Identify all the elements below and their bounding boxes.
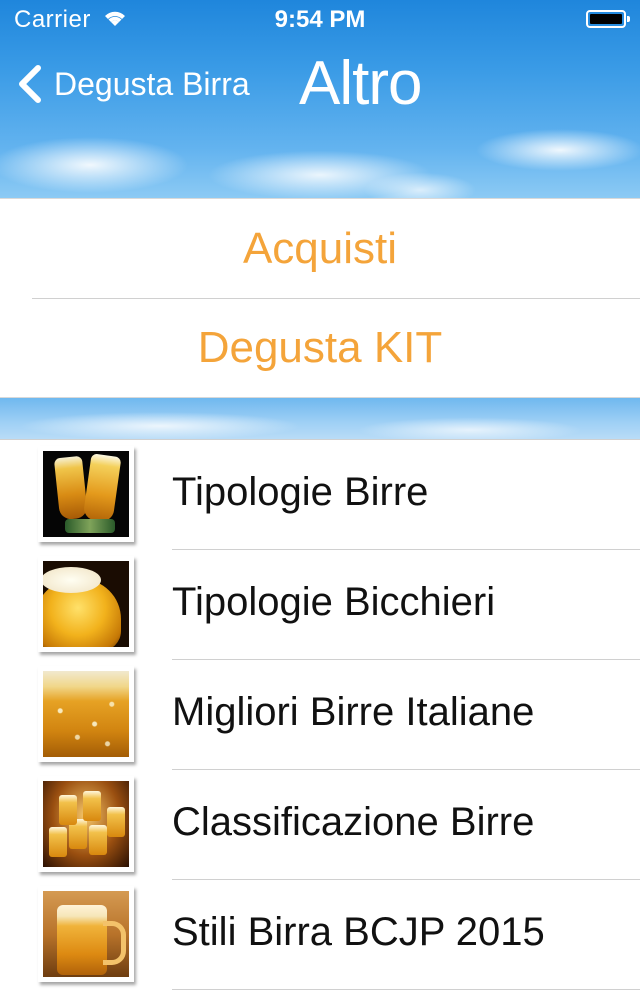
beer-bubbles-image xyxy=(43,671,129,757)
thumbnail-frame xyxy=(38,886,134,982)
actions-group: Acquisti Degusta KIT xyxy=(0,198,640,398)
list-item-tipologie-birre[interactable]: Tipologie Birre xyxy=(0,440,640,550)
purchases-button[interactable]: Acquisti xyxy=(0,199,640,298)
list-item-stili-birra-bcjp-2015[interactable]: Stili Birra BCJP 2015 xyxy=(0,880,640,990)
list-item-label: Classificazione Birre xyxy=(172,800,535,844)
chevron-left-icon xyxy=(19,65,41,103)
thumbnail-frame xyxy=(38,446,134,542)
thumbnail-frame xyxy=(38,666,134,762)
list-item-label: Tipologie Birre xyxy=(172,470,429,514)
thumbnail-frame xyxy=(38,776,134,872)
list-item-tipologie-bicchieri[interactable]: Tipologie Bicchieri xyxy=(0,550,640,660)
page-title: Altro xyxy=(299,49,422,118)
battery-icon xyxy=(586,10,630,28)
back-button[interactable]: Degusta Birra xyxy=(14,60,250,108)
beer-glass-foam-image xyxy=(43,561,129,647)
list-item-label: Stili Birra BCJP 2015 xyxy=(172,910,545,954)
back-button-label: Degusta Birra xyxy=(54,65,250,102)
list-item-label: Tipologie Bicchieri xyxy=(172,580,496,624)
status-time: 9:54 PM xyxy=(274,6,366,33)
two-beer-glasses-image xyxy=(43,451,129,537)
list-item-classificazione-birre[interactable]: Classificazione Birre xyxy=(0,770,640,880)
status-bar: Carrier 9:54 PM xyxy=(0,0,640,40)
list-item-migliori-birre-italiane[interactable]: Migliori Birre Italiane xyxy=(0,660,640,770)
degusta-kit-label: Degusta KIT xyxy=(197,322,443,372)
purchases-label: Acquisti xyxy=(242,223,398,273)
thumbnail-frame xyxy=(38,556,134,652)
list-item-label: Migliori Birre Italiane xyxy=(172,690,535,734)
degusta-kit-button[interactable]: Degusta KIT xyxy=(0,298,640,397)
menu-list: Tipologie Birre Tipologie Bicchieri Migl… xyxy=(0,439,640,990)
section-separator-background xyxy=(0,398,640,439)
navigation-bar: Degusta Birra Altro xyxy=(0,40,640,128)
beer-mugs-image xyxy=(43,781,129,867)
beer-mug-image xyxy=(43,891,129,977)
